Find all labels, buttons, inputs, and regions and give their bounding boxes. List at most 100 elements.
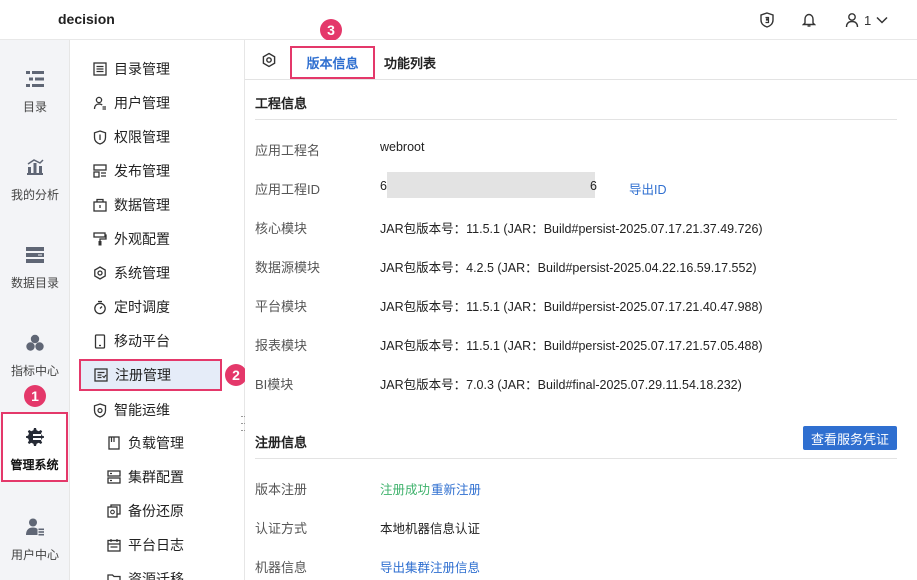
log-icon [106, 537, 122, 553]
report-module-label: 报表模块 [255, 338, 308, 353]
re-register-link[interactable]: 重新注册 [431, 479, 481, 498]
gear-icon [92, 265, 108, 281]
bi-module-label: BI模块 [255, 377, 294, 392]
project-id-prefix: 6 [380, 179, 387, 193]
core-module-label: 核心模块 [255, 221, 308, 236]
manage-system-icon [24, 426, 46, 448]
view-service-credential-button[interactable]: 查看服务凭证 [803, 426, 897, 450]
rail-item-label: 用户中心 [10, 548, 59, 562]
nav-item-resource-migration[interactable]: 资源迁移 [80, 563, 222, 580]
nav-item-label: 权限管理 [114, 129, 170, 145]
user-name: 1 [864, 12, 872, 28]
license-shield-icon[interactable] [759, 11, 775, 29]
nav-item-label: 智能运维 [114, 402, 170, 418]
shield-icon [92, 129, 108, 145]
analysis-icon [24, 156, 46, 178]
nav-item-smart-ops[interactable]: 智能运维 [80, 394, 222, 426]
metrics-icon [24, 332, 46, 354]
nav-panel: 目录管理 用户管理 权限管理 发布管理 数据管理 外观配置 系统管理 定时调度 … [70, 40, 245, 580]
publish-icon [92, 163, 108, 179]
platform-module-label: 平台模块 [255, 299, 308, 314]
register-icon [93, 367, 109, 383]
version-registration-label: 版本注册 [255, 482, 308, 497]
nav-item-label: 用户管理 [114, 95, 170, 111]
nav-item-label: 目录管理 [114, 61, 170, 77]
nav-item-data-management[interactable]: 数据管理 [80, 189, 222, 221]
datasource-module-label: 数据源模块 [255, 260, 321, 275]
nav-item-load-management[interactable]: 负载管理 [80, 427, 222, 459]
nav-item-permission-management[interactable]: 权限管理 [80, 121, 222, 153]
timer-icon [92, 299, 108, 315]
list-icon [92, 61, 108, 77]
cluster-icon [106, 469, 122, 485]
nav-item-label: 平台日志 [128, 537, 184, 553]
user-icon [92, 95, 108, 111]
app-brand: decision [58, 11, 115, 27]
gear-icon[interactable] [261, 52, 277, 68]
nav-item-label: 定时调度 [114, 299, 170, 315]
migrate-icon [106, 571, 122, 580]
report-module-value: JAR包版本号：11.5.1 (JAR：Build#persist-2025.0… [380, 339, 763, 353]
step-badge-1: 1 [24, 385, 46, 407]
project-id-redaction [387, 172, 595, 198]
nav-item-user-management[interactable]: 用户管理 [80, 87, 222, 119]
export-cluster-registration-link[interactable]: 导出集群注册信息 [380, 557, 480, 576]
brush-icon [92, 231, 108, 247]
data-catalog-icon [24, 244, 46, 266]
app-rail: 目录 我的分析 数据目录 指标中心 管理系统 用户中心 [0, 40, 70, 580]
catalog-icon [24, 68, 46, 90]
backup-icon [106, 503, 122, 519]
step-badge-2: 2 [225, 364, 247, 386]
rail-item-label: 我的分析 [10, 188, 59, 202]
rail-item-manage-system[interactable]: 管理系统 [1, 412, 68, 482]
database-icon [92, 197, 108, 213]
section-divider [255, 119, 897, 120]
tab-feature-list[interactable]: 功能列表 [378, 46, 442, 79]
rail-item-data-catalog[interactable]: 数据目录 [0, 232, 70, 302]
core-module-value: JAR包版本号：11.5.1 (JAR：Build#persist-2025.0… [380, 222, 763, 236]
nav-item-cluster-config[interactable]: 集群配置 [80, 461, 222, 493]
nav-item-label: 负载管理 [128, 435, 184, 451]
rail-item-catalog[interactable]: 目录 [0, 56, 70, 126]
nav-item-publish-management[interactable]: 发布管理 [80, 155, 222, 187]
rail-item-label: 目录 [22, 100, 47, 114]
load-icon [106, 435, 122, 451]
step-badge-3: 3 [320, 19, 342, 41]
nav-item-label: 集群配置 [128, 469, 184, 485]
nav-item-registration-management[interactable]: 注册管理 [79, 359, 222, 391]
bi-module-value: JAR包版本号：7.0.3 (JAR：Build#final-2025.07.2… [380, 378, 742, 392]
mobile-icon [92, 333, 108, 349]
user-menu[interactable]: 1 [845, 11, 888, 29]
nav-item-label: 资源迁移 [128, 571, 184, 580]
platform-module-value: JAR包版本号：11.5.1 (JAR：Build#persist-2025.0… [380, 300, 763, 314]
project-id-label: 应用工程ID [255, 182, 321, 197]
top-bar: decision 1 [0, 0, 917, 40]
nav-item-mobile-platform[interactable]: 移动平台 [80, 325, 222, 357]
registration-info-title: 注册信息 [255, 435, 308, 450]
nav-item-label: 系统管理 [114, 265, 170, 281]
nav-item-platform-log[interactable]: 平台日志 [80, 529, 222, 561]
nav-item-scheduled-tasks[interactable]: 定时调度 [80, 291, 222, 323]
project-info-title: 工程信息 [255, 96, 308, 111]
registration-status: 注册成功 [380, 483, 431, 497]
tab-bar: 版本信息 功能列表 [245, 40, 917, 80]
rail-item-metrics[interactable]: 指标中心 [0, 320, 70, 390]
bell-icon[interactable] [801, 11, 817, 29]
nav-item-system-management[interactable]: 系统管理 [80, 257, 222, 289]
tab-version-info[interactable]: 版本信息 [290, 46, 375, 79]
nav-item-catalog-management[interactable]: 目录管理 [80, 53, 222, 85]
nav-item-label: 数据管理 [114, 197, 170, 213]
main-content: 版本信息 功能列表 工程信息 应用工程名 webroot 应用工程ID 6 6 … [245, 40, 917, 580]
ops-icon [92, 402, 108, 418]
rail-item-my-analysis[interactable]: 我的分析 [0, 144, 70, 214]
chevron-down-icon [876, 16, 888, 24]
nav-item-label: 外观配置 [114, 231, 170, 247]
rail-item-label: 管理系统 [10, 458, 59, 472]
export-id-link[interactable]: 导出ID [629, 179, 667, 198]
user-icon [845, 13, 859, 28]
auth-method-label: 认证方式 [255, 521, 308, 536]
rail-item-label: 指标中心 [10, 364, 59, 378]
nav-item-appearance-config[interactable]: 外观配置 [80, 223, 222, 255]
rail-item-user-center[interactable]: 用户中心 [0, 504, 70, 574]
nav-item-backup-restore[interactable]: 备份还原 [80, 495, 222, 527]
